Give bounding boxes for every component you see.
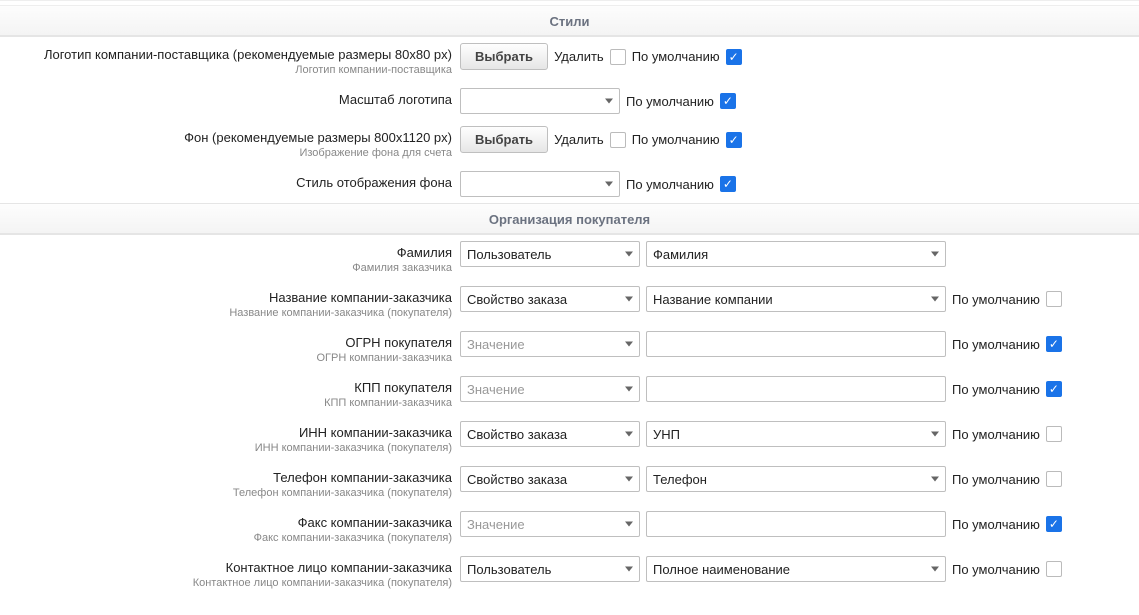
ogrn-value-input[interactable] xyxy=(646,331,946,357)
row-phone: Телефон компании-заказчика Телефон компа… xyxy=(0,460,1139,505)
sublabel-logo: Логотип компании-поставщика xyxy=(0,64,452,76)
label-contact: Контактное лицо компании-заказчика xyxy=(0,560,452,575)
label-bg-style: Стиль отображения фона xyxy=(0,175,452,190)
contact-value-select[interactable]: Полное наименование xyxy=(646,556,946,582)
phone-source-select[interactable]: Свойство заказа xyxy=(460,466,640,492)
label-logo-scale: Масштаб логотипа xyxy=(0,92,452,107)
default-label: По умолчанию xyxy=(952,562,1040,577)
sublabel-phone: Телефон компании-заказчика (покупателя) xyxy=(0,487,452,499)
sublabel-ogrn: ОГРН компании-заказчика xyxy=(0,352,452,364)
default-label: По умолчанию xyxy=(952,337,1040,352)
label-fax: Факс компании-заказчика xyxy=(0,515,452,530)
section-header-styles: Стили xyxy=(0,5,1139,37)
label-logo: Логотип компании-поставщика (рекомендуем… xyxy=(0,47,452,62)
logo-file-checkbox[interactable] xyxy=(610,49,626,65)
row-lastname: Фамилия Фамилия заказчика Пользователь Ф… xyxy=(0,235,1139,280)
contact-default-checkbox[interactable] xyxy=(1046,561,1062,577)
default-label: По умолчанию xyxy=(632,132,720,147)
bg-style-default-checkbox[interactable] xyxy=(720,176,736,192)
default-label: По умолчанию xyxy=(952,517,1040,532)
label-kpp: КПП покупателя xyxy=(0,380,452,395)
row-logo: Логотип компании-поставщика (рекомендуем… xyxy=(0,37,1139,82)
kpp-source-select[interactable]: Значение xyxy=(460,376,640,402)
row-contact: Контактное лицо компании-заказчика Конта… xyxy=(0,550,1139,595)
lastname-source-select[interactable]: Пользователь xyxy=(460,241,640,267)
label-ogrn: ОГРН покупателя xyxy=(0,335,452,350)
logo-scale-select[interactable] xyxy=(460,88,620,114)
company-value-select[interactable]: Название компании xyxy=(646,286,946,312)
choose-logo-button[interactable]: Выбрать xyxy=(460,43,548,70)
sublabel-company: Название компании-заказчика (покупателя) xyxy=(0,307,452,319)
fax-default-checkbox[interactable] xyxy=(1046,516,1062,532)
row-logo-scale: Масштаб логотипа По умолчанию xyxy=(0,82,1139,120)
row-company: Название компании-заказчика Название ком… xyxy=(0,280,1139,325)
label-bg: Фон (рекомендуемые размеры 800x1120 px) xyxy=(0,130,452,145)
label-lastname: Фамилия xyxy=(0,245,452,260)
ogrn-default-checkbox[interactable] xyxy=(1046,336,1062,352)
label-phone: Телефон компании-заказчика xyxy=(0,470,452,485)
row-fax: Факс компании-заказчика Факс компании-за… xyxy=(0,505,1139,550)
logo-scale-default-checkbox[interactable] xyxy=(720,93,736,109)
sublabel-kpp: КПП компании-заказчика xyxy=(0,397,452,409)
inn-source-select[interactable]: Свойство заказа xyxy=(460,421,640,447)
section-title: Организация покупателя xyxy=(489,212,650,227)
label-inn: ИНН компании-заказчика xyxy=(0,425,452,440)
row-bg-style: Стиль отображения фона По умолчанию xyxy=(0,165,1139,203)
row-inn: ИНН компании-заказчика ИНН компании-зака… xyxy=(0,415,1139,460)
default-label: По умолчанию xyxy=(952,472,1040,487)
sublabel-bg: Изображение фона для счета xyxy=(0,147,452,159)
phone-default-checkbox[interactable] xyxy=(1046,471,1062,487)
kpp-value-input[interactable] xyxy=(646,376,946,402)
default-label: По умолчанию xyxy=(626,177,714,192)
sublabel-contact: Контактное лицо компании-заказчика (поку… xyxy=(0,577,452,589)
fax-value-input[interactable] xyxy=(646,511,946,537)
default-label: По умолчанию xyxy=(632,49,720,64)
delete-logo-link[interactable]: Удалить xyxy=(554,49,604,64)
bg-file-checkbox[interactable] xyxy=(610,132,626,148)
ogrn-source-select[interactable]: Значение xyxy=(460,331,640,357)
bg-style-select[interactable] xyxy=(460,171,620,197)
inn-default-checkbox[interactable] xyxy=(1046,426,1062,442)
kpp-default-checkbox[interactable] xyxy=(1046,381,1062,397)
section-header-buyer: Организация покупателя xyxy=(0,203,1139,235)
row-kpp: КПП покупателя КПП компании-заказчика Зн… xyxy=(0,370,1139,415)
sublabel-lastname: Фамилия заказчика xyxy=(0,262,452,274)
row-ogrn: ОГРН покупателя ОГРН компании-заказчика … xyxy=(0,325,1139,370)
fax-source-select[interactable]: Значение xyxy=(460,511,640,537)
bg-default-checkbox[interactable] xyxy=(726,132,742,148)
contact-source-select[interactable]: Пользователь xyxy=(460,556,640,582)
sublabel-fax: Факс компании-заказчика (покупателя) xyxy=(0,532,452,544)
company-source-select[interactable]: Свойство заказа xyxy=(460,286,640,312)
default-label: По умолчанию xyxy=(952,427,1040,442)
default-label: По умолчанию xyxy=(952,382,1040,397)
default-label: По умолчанию xyxy=(952,292,1040,307)
section-title: Стили xyxy=(550,14,590,29)
inn-value-select[interactable]: УНП xyxy=(646,421,946,447)
lastname-value-select[interactable]: Фамилия xyxy=(646,241,946,267)
phone-value-select[interactable]: Телефон xyxy=(646,466,946,492)
company-default-checkbox[interactable] xyxy=(1046,291,1062,307)
logo-default-checkbox[interactable] xyxy=(726,49,742,65)
delete-bg-link[interactable]: Удалить xyxy=(554,132,604,147)
sublabel-inn: ИНН компании-заказчика (покупателя) xyxy=(0,442,452,454)
label-company: Название компании-заказчика xyxy=(0,290,452,305)
row-bg: Фон (рекомендуемые размеры 800x1120 px) … xyxy=(0,120,1139,165)
default-label: По умолчанию xyxy=(626,94,714,109)
choose-bg-button[interactable]: Выбрать xyxy=(460,126,548,153)
